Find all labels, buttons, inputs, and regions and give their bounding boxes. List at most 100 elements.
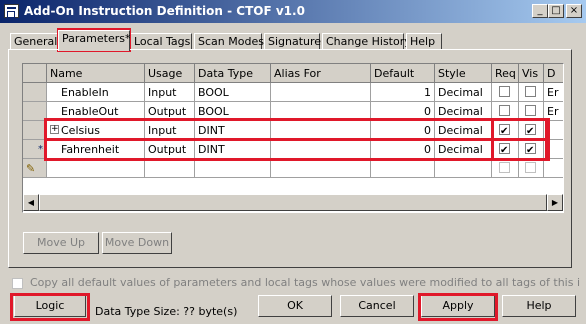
move-up-button[interactable]: Move Up xyxy=(23,232,99,254)
table-cell-default[interactable]: 1 xyxy=(371,83,435,102)
col-usage[interactable]: Usage xyxy=(145,64,195,83)
col-vis[interactable]: Vis xyxy=(519,64,544,83)
move-down-button[interactable]: Move Down xyxy=(102,232,172,254)
table-cell-description[interactable]: Er xyxy=(544,102,563,121)
new-row-req xyxy=(492,159,519,178)
table-cell-type[interactable]: DINT xyxy=(195,121,271,140)
table-cell-req xyxy=(492,121,519,140)
apply-button[interactable]: Apply xyxy=(421,295,495,317)
tab-local-tags[interactable]: Local Tags xyxy=(130,33,192,50)
tab-change-history[interactable]: Change History xyxy=(322,33,411,50)
maximize-button[interactable]: □ xyxy=(548,4,564,18)
logic-button[interactable]: Logic xyxy=(14,295,86,317)
table-cell-vis xyxy=(519,140,544,159)
table-cell-description[interactable] xyxy=(544,121,563,140)
table-cell-usage[interactable]: Output xyxy=(145,102,195,121)
col-name[interactable]: Name xyxy=(47,64,145,83)
table-cell-alias[interactable] xyxy=(271,121,371,140)
col-style[interactable]: Style xyxy=(435,64,492,83)
table-cell-vis xyxy=(519,83,544,102)
table-cell-req xyxy=(492,140,519,159)
close-button[interactable]: × xyxy=(566,4,582,18)
new-row-type[interactable] xyxy=(195,159,271,178)
table-cell-name[interactable]: Fahrenheit xyxy=(47,140,145,159)
req-checkbox[interactable] xyxy=(499,86,510,97)
col-default[interactable]: Default xyxy=(371,64,435,83)
table-cell-type[interactable]: DINT xyxy=(195,140,271,159)
minimize-button[interactable]: _ xyxy=(532,4,548,18)
data-type-size: Data Type Size: ?? byte(s) xyxy=(95,305,238,318)
table-cell-usage[interactable]: Input xyxy=(145,83,195,102)
param-name: Celsius xyxy=(61,124,100,137)
req-checkbox[interactable] xyxy=(499,122,510,139)
table-cell-usage[interactable]: Output xyxy=(145,140,195,159)
help-button[interactable]: Help xyxy=(502,295,576,317)
req-checkbox xyxy=(499,162,510,173)
req-checkbox[interactable] xyxy=(499,105,510,116)
app-icon xyxy=(4,4,19,18)
vis-checkbox[interactable] xyxy=(525,86,536,97)
current-row-indicator[interactable]: * xyxy=(23,140,47,159)
table-cell-vis xyxy=(519,121,544,140)
row-header-corner xyxy=(23,64,47,83)
window-title: Add-On Instruction Definition - CTOF v1.… xyxy=(24,4,305,18)
new-row-default[interactable] xyxy=(371,159,435,178)
parameters-grid[interactable]: Name Usage Data Type Alias For Default S… xyxy=(22,63,564,213)
tab-scan-modes[interactable]: Scan Modes xyxy=(194,33,264,50)
new-row-description[interactable] xyxy=(544,159,563,178)
row-selector[interactable] xyxy=(23,121,47,140)
vis-checkbox xyxy=(525,162,536,173)
table-cell-name[interactable]: EnableOut xyxy=(47,102,145,121)
col-data-type[interactable]: Data Type xyxy=(195,64,271,83)
table-cell-description[interactable]: Er xyxy=(544,83,563,102)
table-cell-default[interactable]: 0 xyxy=(371,102,435,121)
col-req[interactable]: Req xyxy=(492,64,519,83)
table-cell-default[interactable]: 0 xyxy=(371,121,435,140)
table-cell-style[interactable]: Decimal xyxy=(435,140,492,159)
table-cell-req xyxy=(492,83,519,102)
table-cell-style[interactable]: Decimal xyxy=(435,83,492,102)
vis-checkbox[interactable] xyxy=(525,105,536,116)
vis-checkbox[interactable] xyxy=(525,141,536,158)
table-cell-name[interactable]: + Celsius xyxy=(47,121,145,140)
table-cell-usage[interactable]: Input xyxy=(145,121,195,140)
tab-parameters[interactable]: Parameters* xyxy=(58,30,130,51)
table-cell-alias[interactable] xyxy=(271,102,371,121)
vis-checkbox[interactable] xyxy=(525,122,536,139)
table-cell-description[interactable] xyxy=(544,140,563,159)
tab-signature[interactable]: Signature xyxy=(264,33,321,50)
table-cell-default[interactable]: 0 xyxy=(371,140,435,159)
tab-general[interactable]: General xyxy=(10,33,58,50)
table-cell-alias[interactable] xyxy=(271,140,371,159)
row-selector[interactable] xyxy=(23,83,47,102)
horizontal-scrollbar[interactable]: ◀ ▶ xyxy=(23,194,563,211)
title-bar: Add-On Instruction Definition - CTOF v1.… xyxy=(0,0,586,23)
scroll-left-icon[interactable]: ◀ xyxy=(23,194,39,211)
table-cell-vis xyxy=(519,102,544,121)
copy-defaults-checkbox[interactable] xyxy=(12,278,23,289)
table-cell-req xyxy=(492,102,519,121)
copy-defaults-label: Copy all default values of parameters an… xyxy=(30,276,580,289)
table-cell-type[interactable]: BOOL xyxy=(195,83,271,102)
tab-help[interactable]: Help xyxy=(406,33,442,50)
scroll-thumb[interactable] xyxy=(39,194,547,211)
col-description[interactable]: D xyxy=(544,64,563,83)
col-alias-for[interactable]: Alias For xyxy=(271,64,371,83)
table-cell-name[interactable]: EnableIn xyxy=(47,83,145,102)
new-row-name[interactable] xyxy=(47,159,145,178)
table-cell-style[interactable]: Decimal xyxy=(435,102,492,121)
cancel-button[interactable]: Cancel xyxy=(340,295,414,317)
new-row-edit-icon[interactable]: ✎ xyxy=(23,159,47,178)
scroll-right-icon[interactable]: ▶ xyxy=(547,194,563,211)
new-row-usage[interactable] xyxy=(145,159,195,178)
table-cell-style[interactable]: Decimal xyxy=(435,121,492,140)
table-cell-type[interactable]: BOOL xyxy=(195,102,271,121)
new-row-alias[interactable] xyxy=(271,159,371,178)
expand-icon[interactable]: + xyxy=(50,125,59,134)
new-row-style[interactable] xyxy=(435,159,492,178)
row-selector[interactable] xyxy=(23,102,47,121)
table-cell-alias[interactable] xyxy=(271,83,371,102)
req-checkbox[interactable] xyxy=(499,141,510,158)
ok-button[interactable]: OK xyxy=(258,295,332,317)
new-row-vis xyxy=(519,159,544,178)
